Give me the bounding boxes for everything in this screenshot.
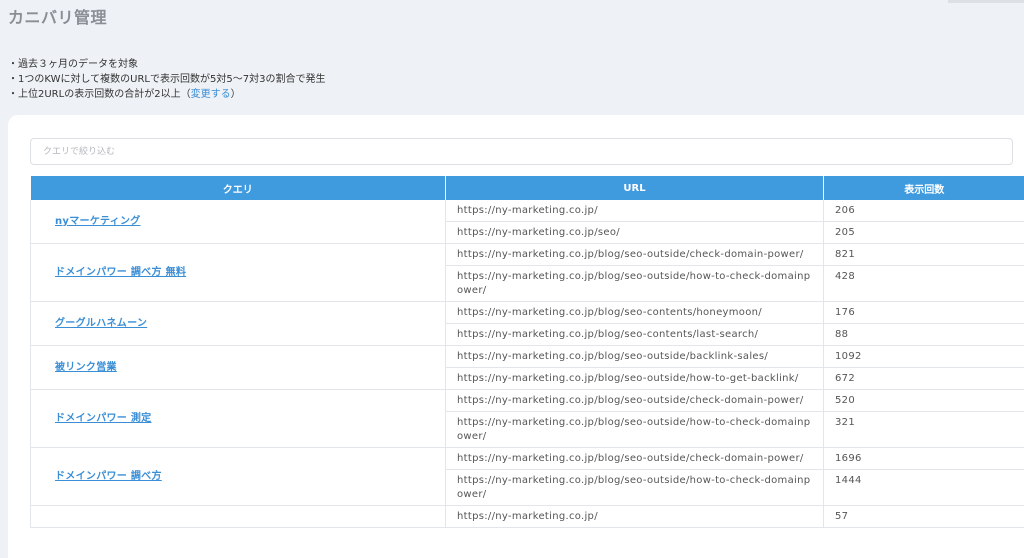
table-row: ドメインパワー 調べ方 無料 https://ny-marketing.co.jp… — [30, 243, 1024, 302]
note-threshold-suffix: ） — [230, 89, 241, 100]
table-row: ドメインパワー 調べ方 https://ny-marketing.co.jp/bl… — [30, 447, 1024, 506]
url-cell: https://ny-marketing.co.jp/blog/seo-outs… — [445, 447, 824, 470]
query-cell: 被リンク営業 — [30, 345, 446, 390]
note-ratio: ・1つのKWに対して複数のURLで表示回数が5対5～7対3の割合で発生 — [8, 74, 326, 85]
url-cell: https://ny-marketing.co.jp/blog/seo-outs… — [445, 345, 824, 368]
impressions-cell: 1696 — [823, 447, 1024, 470]
note-period: ・過去３ヶ月のデータを対象 — [8, 59, 138, 70]
url-cell: https://ny-marketing.co.jp/ — [445, 505, 824, 528]
query-cell: ドメインパワー 測定 — [30, 389, 446, 448]
query-cell: nyマーケティング — [30, 200, 446, 244]
query-cell: ドメインパワー 調べ方 無料 — [30, 243, 446, 302]
url-cell: https://ny-marketing.co.jp/blog/seo-outs… — [445, 367, 824, 390]
impressions-cell: 88 — [823, 323, 1024, 346]
url-cell: https://ny-marketing.co.jp/blog/seo-outs… — [445, 265, 824, 302]
table-header-row: クエリ URL 表示回数 — [30, 176, 1024, 200]
page: カニバリ管理 ・過去３ヶ月のデータを対象 ・1つのKWに対して複数のURLで表示… — [0, 0, 1024, 558]
query-link[interactable]: ドメインパワー 調べ方 — [55, 471, 162, 482]
url-cell: https://ny-marketing.co.jp/ — [445, 200, 824, 222]
url-cell: https://ny-marketing.co.jp/blog/seo-cont… — [445, 323, 824, 346]
query-cell — [30, 505, 446, 528]
query-link[interactable]: グーグルハネムーン — [55, 318, 147, 329]
table-row: グーグルハネムーン https://ny-marketing.co.jp/blog… — [30, 301, 1024, 346]
table-row: ドメインパワー 測定 https://ny-marketing.co.jp/blo… — [30, 389, 1024, 448]
impressions-cell: 1444 — [823, 469, 1024, 506]
query-link[interactable]: 被リンク営業 — [55, 362, 117, 373]
page-title: カニバリ管理 — [8, 8, 108, 27]
query-cell: グーグルハネムーン — [30, 301, 446, 346]
url-cell: https://ny-marketing.co.jp/blog/seo-outs… — [445, 389, 824, 412]
top-right-bar — [948, 0, 1024, 3]
impressions-cell: 205 — [823, 221, 1024, 244]
results-panel: クエリ URL 表示回数 nyマーケティング https://ny-marketi… — [8, 115, 1024, 558]
table-row: nyマーケティング https://ny-marketing.co.jp/206 — [30, 200, 1024, 244]
column-header-impressions[interactable]: 表示回数 — [823, 176, 1024, 200]
query-link[interactable]: ドメインパワー 調べ方 無料 — [55, 267, 186, 278]
cannibalization-table: クエリ URL 表示回数 nyマーケティング https://ny-marketi… — [30, 176, 1024, 528]
query-cell: ドメインパワー 調べ方 — [30, 447, 446, 506]
url-cell: https://ny-marketing.co.jp/blog/seo-outs… — [445, 469, 824, 506]
impressions-cell: 821 — [823, 243, 1024, 266]
impressions-cell: 672 — [823, 367, 1024, 390]
impressions-cell: 1092 — [823, 345, 1024, 368]
impressions-cell: 520 — [823, 389, 1024, 412]
impressions-cell: 57 — [823, 505, 1024, 528]
query-link[interactable]: ドメインパワー 測定 — [55, 413, 151, 424]
impressions-cell: 176 — [823, 301, 1024, 324]
note-threshold: ・上位2URLの表示回数の合計が2以上（変更する） — [8, 87, 325, 102]
change-threshold-link[interactable]: 変更する — [191, 89, 231, 100]
url-cell: https://ny-marketing.co.jp/seo/ — [445, 221, 824, 244]
table-body: nyマーケティング https://ny-marketing.co.jp/206 h… — [30, 200, 1024, 528]
table-row: https://ny-marketing.co.jp/57 — [30, 505, 1024, 528]
impressions-cell: 428 — [823, 265, 1024, 302]
url-cell: https://ny-marketing.co.jp/blog/seo-outs… — [445, 411, 824, 448]
table-row: 被リンク営業 https://ny-marketing.co.jp/blog/se… — [30, 345, 1024, 390]
query-filter-input[interactable] — [30, 138, 1013, 165]
criteria-notes: ・過去３ヶ月のデータを対象 ・1つのKWに対して複数のURLで表示回数が5対5～… — [8, 57, 325, 102]
url-cell: https://ny-marketing.co.jp/blog/seo-outs… — [445, 243, 824, 266]
column-header-query[interactable]: クエリ — [30, 176, 446, 200]
url-cell: https://ny-marketing.co.jp/blog/seo-cont… — [445, 301, 824, 324]
impressions-cell: 206 — [823, 200, 1024, 222]
note-threshold-prefix: ・上位2URLの表示回数の合計が2以上（ — [8, 89, 191, 100]
impressions-cell: 321 — [823, 411, 1024, 448]
column-header-url[interactable]: URL — [445, 176, 824, 200]
query-link[interactable]: nyマーケティング — [55, 216, 141, 227]
